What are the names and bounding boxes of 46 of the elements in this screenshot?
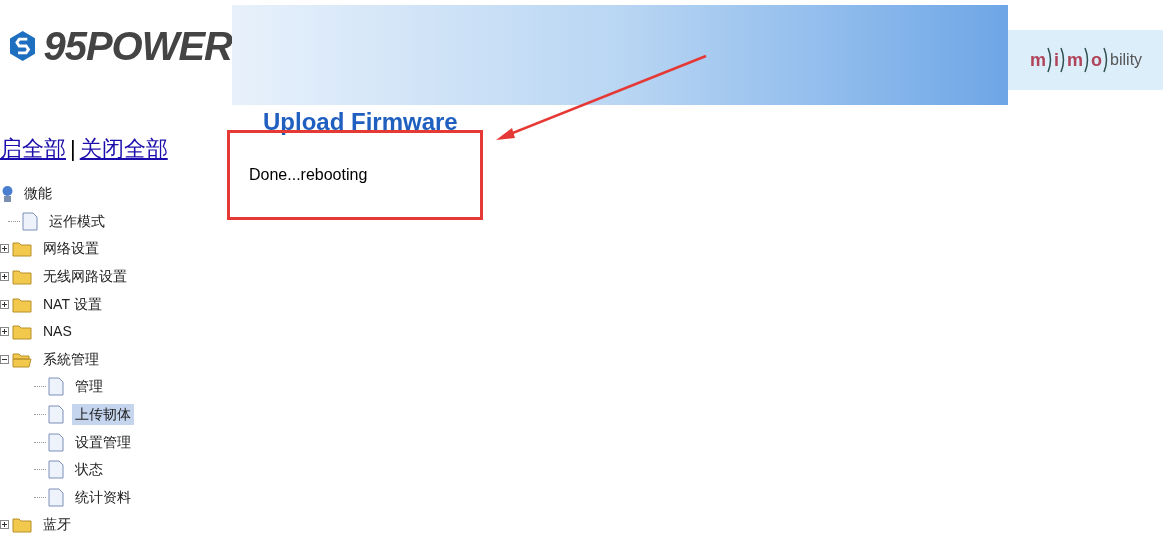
tree-item[interactable]: NAT 设置: [40, 293, 105, 315]
status-message: Done...rebooting: [249, 165, 368, 185]
page-icon: [48, 460, 64, 480]
tree-item[interactable]: 上传韧体: [72, 404, 134, 426]
logo-letter: i: [1054, 48, 1060, 72]
collapse-icon[interactable]: [0, 354, 9, 364]
logo-letter: o: [1091, 48, 1103, 72]
folder-icon: [12, 268, 32, 286]
tree-item[interactable]: 网络设置: [40, 238, 102, 260]
tree-item[interactable]: 微能: [21, 183, 55, 205]
logo-text: bility: [1110, 50, 1143, 70]
page-icon: [48, 377, 64, 397]
tree-item[interactable]: 统计资料: [72, 486, 134, 508]
tree-item[interactable]: 蓝牙: [40, 514, 74, 536]
tree-item[interactable]: 设置管理: [72, 431, 134, 453]
open-folder-icon: [12, 350, 32, 368]
logo-letter: m: [1030, 48, 1047, 72]
tree-item[interactable]: 运作模式: [46, 210, 108, 232]
wave-icon: [1103, 47, 1110, 73]
wave-icon: [1047, 47, 1054, 73]
page-icon: [48, 432, 64, 452]
page-icon: [22, 211, 38, 231]
link[interactable]: 关闭全部: [79, 138, 168, 160]
folder-icon: [12, 295, 32, 313]
tree-item[interactable]: 无线网路设置: [40, 266, 130, 288]
separator: |: [70, 138, 76, 160]
tree-item[interactable]: 管理: [72, 376, 106, 398]
tree-item[interactable]: 状态: [72, 459, 106, 481]
page-icon: [48, 405, 64, 425]
tree-item[interactable]: 系統管理: [40, 348, 102, 370]
wave-icon: [1084, 47, 1091, 73]
logo-letter: m: [1067, 48, 1084, 72]
wave-icon: [1060, 47, 1067, 73]
expand-icon[interactable]: [0, 244, 9, 254]
page-title: Upload Firmware: [263, 110, 459, 134]
expand-icon[interactable]: [0, 299, 9, 309]
tree-item[interactable]: NAS: [40, 321, 75, 343]
link[interactable]: 启全部: [0, 138, 66, 160]
expand-icon[interactable]: [0, 327, 9, 337]
folder-icon: [12, 240, 32, 258]
folder-icon: [12, 323, 32, 341]
page-icon: [48, 487, 64, 507]
folder-icon: [12, 516, 32, 534]
logo-text: 95POWER: [43, 26, 232, 66]
expand-icon[interactable]: [0, 272, 9, 282]
expand-icon[interactable]: [0, 520, 9, 530]
